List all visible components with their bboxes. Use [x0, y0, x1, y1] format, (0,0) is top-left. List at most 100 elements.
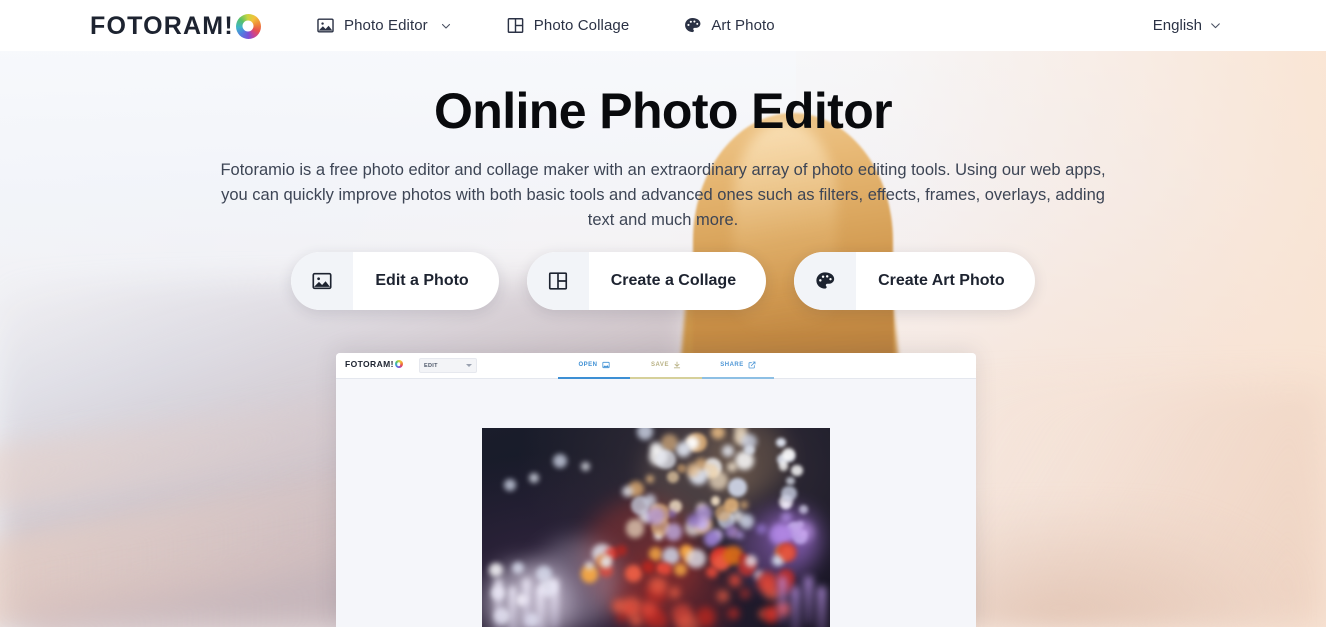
bokeh-light	[642, 560, 655, 574]
editor-mode-value: EDIT	[424, 362, 438, 369]
bokeh-light-trail	[522, 578, 531, 627]
editor-preview-window: FOTORAM! EDIT OPEN SAVE SHARE	[336, 353, 976, 627]
nav-item-label: Photo Editor	[344, 17, 428, 34]
editor-logo-text: FOTORAM!	[345, 359, 394, 369]
image-icon	[291, 252, 354, 310]
bokeh-light	[553, 454, 567, 468]
create-a-collage-button[interactable]: Create a Collage	[526, 252, 767, 310]
bokeh-light	[625, 519, 645, 538]
nav-item-art-photo[interactable]: Art Photo	[683, 0, 775, 51]
collage-grid-icon	[506, 16, 525, 35]
language-label: English	[1152, 17, 1202, 34]
bokeh-light	[794, 522, 814, 542]
nav-item-photo-collage[interactable]: Photo Collage	[506, 0, 630, 51]
bokeh-light	[775, 437, 786, 448]
bokeh-light	[655, 614, 669, 627]
editor-logo[interactable]: FOTORAM!	[345, 360, 403, 369]
bokeh-light	[745, 554, 757, 567]
bokeh-light	[781, 447, 795, 462]
bokeh-light	[647, 507, 665, 525]
bokeh-light	[704, 531, 720, 547]
chevron-down-icon[interactable]	[440, 20, 452, 32]
bokeh-light	[771, 523, 793, 545]
bokeh-light-trail	[778, 576, 787, 626]
bokeh-light	[639, 600, 657, 618]
bokeh-light-trail	[817, 586, 826, 627]
bokeh-light	[529, 473, 539, 483]
canvas-photo-bokeh-city-lights[interactable]	[482, 428, 830, 627]
color-wheel-icon	[394, 360, 403, 369]
bokeh-light	[676, 464, 686, 474]
bokeh-light	[710, 496, 721, 506]
palette-icon	[683, 16, 702, 35]
bokeh-light	[659, 563, 672, 576]
bokeh-light	[727, 461, 738, 472]
editor-toolbar: FOTORAM! EDIT OPEN SAVE SHARE	[336, 353, 976, 379]
hero-cta-row: Edit a Photo Create a Collage Create Art…	[0, 252, 1326, 310]
bokeh-light	[744, 444, 755, 456]
main-navigation: Photo Editor Photo Collage Art Photo	[316, 0, 775, 51]
bokeh-light-trail	[508, 586, 517, 627]
create-art-photo-button[interactable]: Create Art Photo	[794, 252, 1035, 310]
bokeh-light	[687, 513, 700, 527]
bokeh-light	[664, 523, 682, 541]
nav-item-label: Photo Collage	[533, 17, 630, 34]
bokeh-light	[786, 476, 795, 486]
nav-item-photo-editor[interactable]: Photo Editor	[316, 0, 452, 51]
editor-tab-share[interactable]: SHARE	[702, 353, 774, 379]
page-title: Online Photo Editor	[433, 83, 893, 139]
image-icon	[601, 361, 610, 369]
bokeh-light	[779, 545, 796, 561]
editor-tab-open[interactable]: OPEN	[558, 353, 630, 379]
editor-tab-label: SHARE	[720, 362, 744, 368]
bokeh-light	[727, 607, 739, 619]
editor-tab-label: SAVE	[651, 362, 669, 368]
palette-icon	[794, 252, 857, 310]
bokeh-light	[724, 524, 738, 538]
hero-section: Online Photo Editor Fotoramio is a free …	[0, 51, 1326, 627]
bokeh-light-trail	[494, 578, 503, 627]
bokeh-light	[625, 565, 642, 582]
bokeh-light-trail	[791, 586, 800, 627]
bokeh-light	[629, 613, 642, 626]
bokeh-light	[580, 461, 590, 471]
editor-canvas	[336, 379, 976, 627]
bokeh-light	[757, 573, 777, 593]
logo-text: FOTORAM!	[90, 11, 234, 40]
bokeh-light-trail	[550, 578, 559, 627]
cta-label: Create Art Photo	[878, 272, 1005, 289]
bokeh-light	[739, 501, 748, 510]
editor-mode-select[interactable]: EDIT	[419, 358, 477, 373]
bokeh-light	[656, 449, 676, 470]
bokeh-light	[649, 576, 667, 595]
hero-description: Fotoramio is a free photo editor and col…	[220, 161, 1106, 229]
image-icon	[316, 16, 335, 35]
bokeh-light-trail	[536, 586, 545, 627]
bokeh-light	[739, 588, 750, 599]
color-wheel-icon	[235, 13, 261, 39]
chevron-down-icon	[1209, 19, 1222, 32]
editor-tabs: OPEN SAVE SHARE	[558, 353, 774, 379]
editor-tab-save[interactable]: SAVE	[630, 353, 702, 379]
site-header: FOTORAM! Photo Editor Photo Collage Art …	[0, 0, 1326, 51]
bokeh-light	[728, 477, 747, 497]
bokeh-light	[686, 548, 706, 569]
language-selector[interactable]: English	[1153, 0, 1222, 51]
cta-label: Edit a Photo	[375, 272, 469, 289]
editor-tab-label: OPEN	[578, 362, 598, 368]
bokeh-light-trail	[804, 576, 813, 626]
bokeh-light	[791, 464, 803, 477]
bokeh-light	[778, 461, 788, 471]
bokeh-light	[676, 441, 691, 457]
download-icon	[673, 361, 681, 369]
bokeh-light	[644, 494, 656, 506]
bokeh-light	[722, 445, 734, 457]
site-logo[interactable]: FOTORAM!	[90, 11, 261, 41]
cta-label: Create a Collage	[610, 272, 737, 289]
bokeh-light	[673, 562, 688, 576]
bokeh-light	[504, 479, 516, 491]
collage-grid-icon	[526, 252, 589, 310]
bokeh-light	[728, 574, 742, 587]
edit-a-photo-button[interactable]: Edit a Photo	[291, 252, 499, 310]
chevron-down-icon	[466, 364, 472, 367]
